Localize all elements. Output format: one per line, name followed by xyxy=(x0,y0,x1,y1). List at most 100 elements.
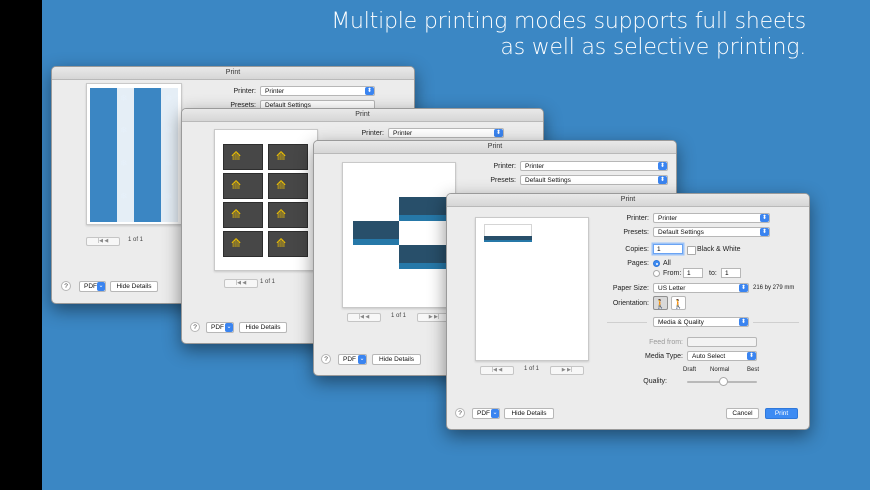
printer-select[interactable]: Printer ⬍ xyxy=(260,86,375,96)
pdf-menu-button[interactable]: PDF ⌄ xyxy=(206,322,234,333)
snowflake-icon: ❄ xyxy=(120,191,128,201)
pages-all-label: All xyxy=(663,260,671,267)
hide-details-button[interactable]: Hide Details xyxy=(504,408,554,419)
snowflake-icon: ❄ xyxy=(165,125,173,135)
printer-label: Printer: xyxy=(233,88,256,95)
printer-label: Printer: xyxy=(361,130,384,137)
page-navigator: |◀ ◀ 1 of 1 xyxy=(86,237,186,246)
black-white-label: Black & White xyxy=(697,246,741,253)
card-selected-stripe xyxy=(399,215,447,221)
page-indicator: 1 of 1 xyxy=(524,366,540,372)
media-type-select[interactable]: Auto Select ⬍ xyxy=(687,351,757,361)
print-dialog-front: Print |◀ ◀ 1 of 1 ▶ ▶| Printer: Printer … xyxy=(446,193,810,430)
pdf-label: PDF xyxy=(477,410,490,417)
snow-column-gap xyxy=(161,88,178,222)
printer-select-value: Printer xyxy=(525,163,545,170)
printer-select-value: Printer xyxy=(658,215,678,222)
snowflake-icon: ❄ xyxy=(165,93,173,103)
up-down-chevron-icon: ⬍ xyxy=(739,318,748,326)
paper-size-value: US Letter xyxy=(658,285,686,292)
pdf-label: PDF xyxy=(84,283,97,290)
copies-label: Copies: xyxy=(625,246,649,253)
presets-select-value: Default Settings xyxy=(658,229,704,236)
window-title: Print xyxy=(314,141,676,154)
snowflake-icon: ❄ xyxy=(120,125,128,135)
paper-size-select[interactable]: US Letter ⬍ xyxy=(653,283,749,293)
copies-field[interactable]: 1 xyxy=(653,244,683,254)
printer-label: Printer: xyxy=(493,163,516,170)
black-white-checkbox[interactable] xyxy=(687,246,696,255)
pdf-label: PDF xyxy=(211,324,224,331)
presets-label: Presets: xyxy=(490,177,516,184)
page-indicator: 1 of 1 xyxy=(128,237,144,243)
promo-tagline: Multiple printing modes supports full sh… xyxy=(331,9,806,61)
chevron-down-icon: ⌄ xyxy=(491,409,499,418)
hide-details-button[interactable]: Hide Details xyxy=(239,322,287,333)
help-button[interactable]: ? xyxy=(61,281,71,291)
help-button[interactable]: ? xyxy=(190,322,200,332)
wheat-logo-icon: ⟰ xyxy=(276,207,287,221)
prev-page-buttons[interactable]: |◀ ◀ xyxy=(480,366,514,375)
pages-to-label: to: xyxy=(709,270,717,277)
printer-select[interactable]: Printer ⬍ xyxy=(388,128,504,138)
printer-select[interactable]: Printer ⬍ xyxy=(653,213,770,223)
pdf-menu-button[interactable]: PDF ⌄ xyxy=(472,408,500,419)
screenshot-stage: Multiple printing modes supports full sh… xyxy=(0,0,870,490)
chevron-down-icon: ⌄ xyxy=(225,323,233,332)
card-selected-stripe xyxy=(353,239,399,245)
help-button[interactable]: ? xyxy=(455,408,465,418)
pages-label: Pages: xyxy=(627,260,649,267)
page-indicator: 1 of 1 xyxy=(391,313,407,319)
card-thumbnail: ⟰ xyxy=(268,173,308,199)
print-button[interactable]: Print xyxy=(765,408,798,419)
snowflake-icon: ❄ xyxy=(165,191,173,201)
quality-slider-knob[interactable] xyxy=(718,377,728,386)
snowflake-icon: ❄ xyxy=(120,93,128,103)
up-down-chevron-icon: ⬍ xyxy=(658,162,667,170)
pages-to-field[interactable]: 1 xyxy=(721,268,741,278)
section-select[interactable]: Media & Quality ⬍ xyxy=(653,317,749,327)
pdf-menu-button[interactable]: PDF ⌄ xyxy=(79,281,106,292)
section-select-value: Media & Quality xyxy=(658,319,704,326)
section-divider-right xyxy=(753,322,799,323)
snowflake-icon: ❄ xyxy=(120,158,128,168)
chevron-down-icon: ⌄ xyxy=(358,355,366,364)
help-button[interactable]: ? xyxy=(321,354,331,364)
prev-page-buttons[interactable]: |◀ ◀ xyxy=(86,237,120,246)
pages-range-radio[interactable] xyxy=(653,270,660,277)
prev-page-buttons[interactable]: |◀ ◀ xyxy=(224,279,258,288)
hide-details-button[interactable]: Hide Details xyxy=(110,281,158,292)
preview-page: ❄ ❄ ❄ ❄ ❄ ❄ ❄ ❄ xyxy=(86,83,182,225)
prev-page-buttons[interactable]: |◀ ◀ xyxy=(347,313,381,322)
pdf-label: PDF xyxy=(343,356,356,363)
window-title: Print xyxy=(447,194,809,207)
printer-select[interactable]: Printer ⬍ xyxy=(520,161,668,171)
card-thumbnail: ⟰ xyxy=(223,202,263,228)
up-down-chevron-icon: ⬍ xyxy=(739,284,748,292)
card-thumbnail: ⟰ xyxy=(223,231,263,257)
quality-label: Quality: xyxy=(643,378,667,385)
cancel-button[interactable]: Cancel xyxy=(726,408,759,419)
printer-label: Printer: xyxy=(626,215,649,222)
hide-details-button[interactable]: Hide Details xyxy=(372,354,421,365)
pdf-menu-button[interactable]: PDF ⌄ xyxy=(338,354,367,365)
feed-from-select[interactable] xyxy=(687,337,757,347)
section-divider-left xyxy=(607,322,647,323)
printer-select-value: Printer xyxy=(393,130,413,137)
pages-from-field[interactable]: 1 xyxy=(683,268,703,278)
next-page-buttons[interactable]: ▶ ▶| xyxy=(550,366,584,375)
quality-draft-label: Draft xyxy=(683,367,697,373)
presets-select[interactable]: Default Settings ⬍ xyxy=(653,227,770,237)
media-type-label: Media Type: xyxy=(644,353,683,360)
portrait-orientation-icon[interactable]: 🚶 xyxy=(653,296,668,310)
up-down-chevron-icon: ⬍ xyxy=(747,352,756,360)
card-thumbnail: ⟰ xyxy=(223,144,263,170)
landscape-orientation-icon[interactable]: 🚶 xyxy=(671,296,686,310)
paper-size-label: Paper Size: xyxy=(612,285,649,292)
up-down-chevron-icon: ⬍ xyxy=(658,176,667,184)
page-indicator: 1 of 1 xyxy=(260,279,276,285)
pages-all-radio[interactable] xyxy=(653,260,660,267)
media-type-value: Auto Select xyxy=(692,353,726,360)
up-down-chevron-icon: ⬍ xyxy=(760,228,769,236)
presets-select[interactable]: Default Settings ⬍ xyxy=(520,175,668,185)
